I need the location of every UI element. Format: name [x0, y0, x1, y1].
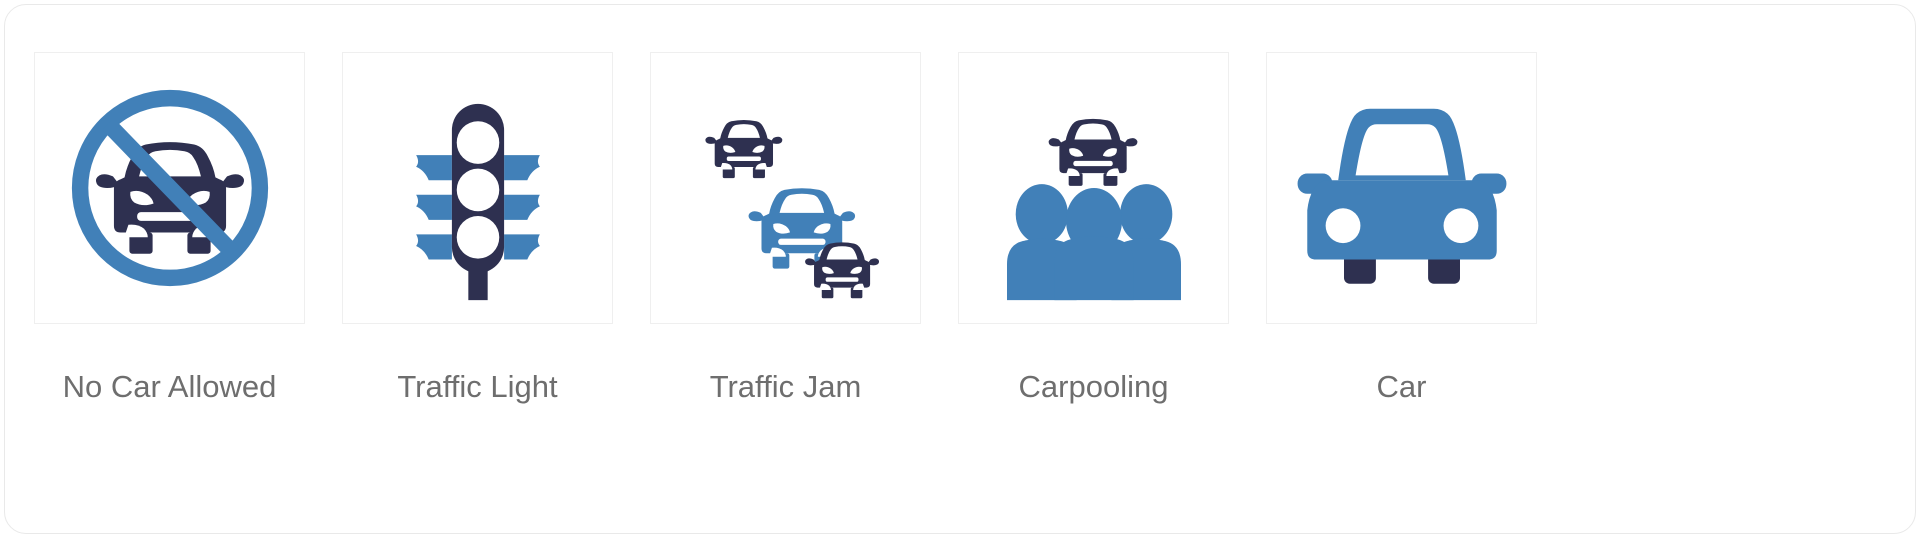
icon-tile-traffic-jam[interactable]: Traffic Jam — [649, 52, 922, 405]
icon-tile-no-car-allowed[interactable]: No Car Allowed — [33, 52, 306, 405]
icon-box-traffic-light[interactable] — [342, 52, 613, 324]
icon-label-traffic-light: Traffic Light — [397, 369, 558, 404]
icon-box-traffic-jam[interactable] — [650, 52, 921, 324]
traffic-jam-icon — [704, 120, 879, 299]
icon-label-carpooling: Carpooling — [1018, 369, 1169, 404]
icon-box-no-car-allowed[interactable] — [34, 52, 305, 324]
icon-label-traffic-jam: Traffic Jam — [709, 369, 862, 404]
icon-set-page: No Car Allowed Traffic Light Traffic Jam… — [0, 0, 1920, 538]
icon-tile-carpooling[interactable]: Carpooling — [957, 52, 1230, 405]
icon-label-car: Car — [1376, 369, 1427, 404]
carpooling-icon — [1006, 118, 1181, 301]
icon-label-no-car-allowed: No Car Allowed — [62, 369, 277, 404]
no-car-allowed-icon — [71, 89, 268, 287]
icon-box-carpooling[interactable] — [958, 52, 1229, 324]
icon-grid: No Car Allowed Traffic Light Traffic Jam… — [0, 0, 1920, 538]
icon-tile-traffic-light[interactable]: Traffic Light — [341, 52, 614, 405]
icon-tile-car[interactable]: Car — [1265, 52, 1538, 405]
traffic-light-icon — [415, 103, 540, 301]
car-icon — [1297, 108, 1506, 284]
icon-box-car[interactable] — [1266, 52, 1537, 324]
